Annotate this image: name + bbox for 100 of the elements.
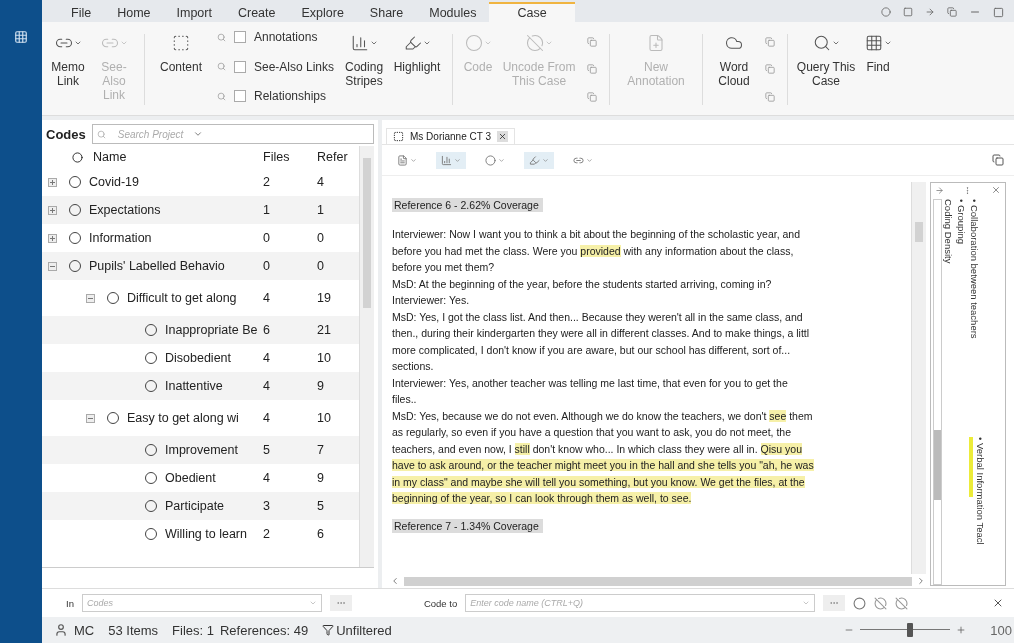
collapse-icon[interactable] bbox=[48, 261, 57, 271]
collapse-icon[interactable] bbox=[86, 413, 95, 423]
transcript-line: teachers, and even now, I still don't know who... In which class they were all in. Qisu you bbox=[392, 441, 803, 457]
scrollbar[interactable] bbox=[911, 182, 926, 574]
uncode-icon[interactable] bbox=[874, 596, 888, 610]
column-header[interactable]: Files bbox=[263, 150, 317, 164]
tab-title[interactable]: Ms Dorianne CT 3 bbox=[410, 131, 491, 142]
dropdown-icon[interactable] bbox=[802, 599, 811, 607]
caret-icon bbox=[483, 39, 492, 47]
float-window-icon[interactable] bbox=[992, 154, 1004, 166]
scroll-left-icon[interactable] bbox=[390, 576, 400, 586]
ribbon-button[interactable]: Memo Link bbox=[48, 28, 88, 111]
code-name[interactable]: Participate bbox=[165, 499, 225, 513]
menu-tab[interactable]: Share bbox=[356, 2, 417, 22]
select-all-icon[interactable] bbox=[72, 151, 83, 163]
menu-tab[interactable]: Import bbox=[163, 2, 225, 22]
code-name[interactable]: Covid-19 bbox=[89, 175, 140, 189]
column-header[interactable]: Refer bbox=[317, 150, 359, 164]
ribbon-button[interactable]: Highlight bbox=[390, 28, 445, 111]
small-tool-icon[interactable] bbox=[587, 92, 598, 103]
help-icon[interactable] bbox=[881, 7, 891, 17]
layout-icon[interactable] bbox=[947, 7, 957, 17]
files-count: 4 bbox=[263, 411, 271, 425]
dropdown-icon[interactable] bbox=[193, 129, 204, 139]
ribbon-button[interactable]: Query This Case bbox=[796, 28, 857, 111]
code-name[interactable]: Easy to get along wi bbox=[127, 411, 239, 425]
close-icon[interactable] bbox=[496, 131, 508, 142]
caret-icon bbox=[883, 39, 892, 47]
stripe-label[interactable]: • Collaboration between teachers bbox=[969, 199, 980, 339]
files-count: 0 bbox=[263, 259, 271, 273]
menu-tab[interactable]: Modules bbox=[416, 2, 490, 22]
scrollbar[interactable] bbox=[359, 146, 374, 567]
horizontal-scrollbar[interactable] bbox=[390, 574, 926, 588]
small-tool-icon[interactable] bbox=[587, 64, 598, 75]
code-icon[interactable] bbox=[853, 596, 867, 610]
code-name[interactable]: Disobedient bbox=[165, 351, 231, 365]
menu-tab[interactable]: File bbox=[58, 2, 105, 22]
code-name[interactable]: Expectations bbox=[89, 203, 161, 217]
transcript-line: before you had met the class. Were you provided with any information about the class, bbox=[392, 243, 795, 259]
collapse-icon[interactable] bbox=[86, 293, 95, 303]
arrow-icon[interactable] bbox=[935, 185, 944, 195]
transcript-line: as regularly, so even if you have a question that you want to ask, you do not meet, the bbox=[392, 425, 793, 440]
frame-icon bbox=[172, 34, 190, 52]
code-name[interactable]: Information bbox=[89, 231, 152, 245]
code-name[interactable]: Obedient bbox=[165, 471, 216, 485]
uncode-icon[interactable] bbox=[895, 596, 909, 610]
small-tool-icon[interactable] bbox=[765, 64, 776, 75]
ribbon-button[interactable]: Find bbox=[860, 28, 897, 111]
apps-icon[interactable] bbox=[14, 30, 28, 44]
toolbar-button[interactable] bbox=[524, 151, 554, 169]
expand-icon[interactable] bbox=[48, 177, 57, 187]
caret-icon bbox=[544, 39, 553, 47]
transcript-line: files.. bbox=[392, 392, 418, 407]
close-icon[interactable] bbox=[992, 597, 1004, 609]
pane-title: Codes bbox=[46, 126, 86, 142]
menu-tab[interactable]: Home bbox=[104, 2, 164, 22]
toolbar-button[interactable] bbox=[436, 151, 466, 169]
filter-icon bbox=[322, 624, 335, 636]
small-tool-icon[interactable] bbox=[765, 36, 776, 47]
ribbon-button[interactable]: Coding Stripes bbox=[342, 28, 387, 111]
code-name[interactable]: Inattentive bbox=[165, 379, 223, 393]
ribbon-checkbox[interactable]: Annotations bbox=[217, 30, 335, 44]
maximize-icon[interactable] bbox=[993, 6, 1004, 18]
transcript-line: MsD: Yes, I got the class list. And then... Because they weren't all in the same class, and bbox=[392, 309, 804, 325]
menu-tab[interactable]: Create bbox=[224, 2, 289, 22]
code-name[interactable]: Difficult to get along bbox=[127, 291, 237, 305]
filter-status[interactable]: Unfiltered bbox=[336, 622, 392, 638]
references-count: 5 bbox=[317, 499, 325, 513]
stripe-label[interactable]: • Grouping bbox=[956, 199, 967, 585]
column-header[interactable]: Name bbox=[93, 150, 127, 164]
references-count: 10 bbox=[317, 411, 332, 425]
item-count: 53 Items bbox=[108, 622, 159, 638]
ribbon-checkbox[interactable]: See-Also Links bbox=[217, 59, 335, 74]
ribbon-button[interactable]: Word Cloud bbox=[711, 28, 758, 111]
small-tool-icon[interactable] bbox=[587, 36, 598, 47]
zoom-in-icon[interactable] bbox=[956, 625, 967, 635]
more-icon[interactable] bbox=[963, 185, 972, 195]
scroll-right-icon[interactable] bbox=[916, 576, 926, 586]
dropdown-icon[interactable] bbox=[308, 599, 317, 607]
expand-icon[interactable] bbox=[48, 205, 57, 215]
code-name[interactable]: Inappropriate Be bbox=[165, 323, 258, 337]
code-name[interactable]: Willing to learn bbox=[165, 527, 247, 541]
ribbon-button[interactable]: Content bbox=[153, 28, 209, 111]
slider-thumb[interactable] bbox=[906, 623, 913, 637]
expand-icon[interactable] bbox=[48, 233, 57, 243]
transcript-line: Interviewer: Now I want you to think a bit about the beginning of the scholastic year, and bbox=[392, 227, 801, 242]
menu-tab[interactable]: Explore bbox=[288, 2, 357, 22]
code-name[interactable]: Improvement bbox=[165, 443, 238, 457]
more-button[interactable] bbox=[329, 595, 352, 611]
more-button[interactable] bbox=[823, 595, 846, 611]
small-tool-icon[interactable] bbox=[765, 92, 776, 103]
code-name[interactable]: Pupils' Labelled Behavio bbox=[89, 259, 225, 273]
stripe-label[interactable]: • Verbal Information Teacl bbox=[975, 437, 986, 545]
reference-heading: Reference 7 - 1.34% Coverage bbox=[392, 518, 543, 533]
caret-icon bbox=[422, 39, 431, 47]
caret-icon bbox=[831, 39, 840, 47]
document-tab[interactable]: Ms Dorianne CT 3 bbox=[386, 128, 515, 144]
menu-tab[interactable]: Case bbox=[489, 2, 575, 22]
ribbon-checkbox[interactable]: Relationships bbox=[217, 89, 335, 103]
references-count: 1 bbox=[317, 203, 325, 217]
